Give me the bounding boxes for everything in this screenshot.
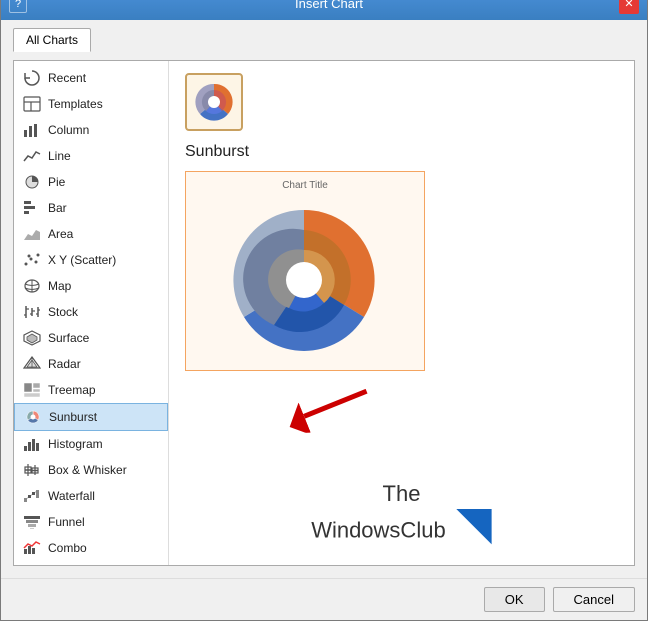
sidebar-item-radar[interactable]: Radar: [14, 351, 168, 377]
sidebar-label-map: Map: [48, 279, 71, 293]
sidebar-label-funnel: Funnel: [48, 515, 85, 529]
sidebar-label-waterfall: Waterfall: [48, 489, 95, 503]
windowsclub-logo: [456, 509, 492, 545]
treemap-icon: [22, 382, 42, 398]
tab-bar: All Charts: [13, 28, 635, 52]
sidebar-item-surface[interactable]: Surface: [14, 325, 168, 351]
titlebar: ? Insert Chart ✕: [1, 0, 647, 20]
selected-chart-name: Sunburst: [185, 143, 618, 161]
boxwhisker-icon: [22, 462, 42, 478]
sidebar-item-combo[interactable]: Combo: [14, 535, 168, 561]
sidebar-label-column: Column: [48, 123, 89, 137]
sidebar-item-bar[interactable]: Bar: [14, 195, 168, 221]
sidebar-item-scatter[interactable]: X Y (Scatter): [14, 247, 168, 273]
sunburst-preview-chart: [194, 195, 414, 365]
chart-preview-area: Chart Title: [185, 171, 425, 371]
sidebar-item-stock[interactable]: Stock: [14, 299, 168, 325]
sidebar-item-line[interactable]: Line: [14, 143, 168, 169]
chart-main-panel: Sunburst Chart Title: [169, 61, 634, 565]
sunburst-icon: [23, 409, 43, 425]
ok-button[interactable]: OK: [484, 587, 545, 612]
watermark-text: The WindowsClub: [311, 480, 492, 545]
histogram-icon: [22, 436, 42, 452]
close-button[interactable]: ✕: [619, 0, 639, 14]
sidebar-label-radar: Radar: [48, 357, 81, 371]
sidebar-label-line: Line: [48, 149, 71, 163]
chart-type-thumbnails: [185, 73, 618, 131]
sidebar-label-boxwhisker: Box & Whisker: [48, 463, 127, 477]
stock-icon: [22, 304, 42, 320]
sidebar-item-funnel[interactable]: Funnel: [14, 509, 168, 535]
insert-chart-dialog: ? Insert Chart ✕ All Charts Recent: [0, 0, 648, 621]
sidebar-item-histogram[interactable]: Histogram: [14, 431, 168, 457]
sidebar-item-map[interactable]: Map: [14, 273, 168, 299]
content-area: Recent Templates Column: [13, 60, 635, 566]
sidebar-item-column[interactable]: Column: [14, 117, 168, 143]
sidebar-label-scatter: X Y (Scatter): [48, 253, 116, 267]
sidebar-label-stock: Stock: [48, 305, 78, 319]
sidebar-item-waterfall[interactable]: Waterfall: [14, 483, 168, 509]
line-icon: [22, 148, 42, 164]
surface-icon: [22, 330, 42, 346]
sidebar-label-combo: Combo: [48, 541, 87, 555]
sidebar-label-sunburst: Sunburst: [49, 410, 97, 424]
bar-icon: [22, 200, 42, 216]
sidebar-label-bar: Bar: [48, 201, 67, 215]
cancel-button[interactable]: Cancel: [553, 587, 635, 612]
map-icon: [22, 278, 42, 294]
dialog-footer: OK Cancel: [1, 578, 647, 620]
radar-icon: [22, 356, 42, 372]
window-controls: ✕: [619, 0, 639, 14]
column-icon: [22, 122, 42, 138]
sidebar-label-recent: Recent: [48, 71, 86, 85]
sidebar-item-pie[interactable]: Pie: [14, 169, 168, 195]
sidebar-label-histogram: Histogram: [48, 437, 103, 451]
funnel-icon: [22, 514, 42, 530]
waterfall-icon: [22, 488, 42, 504]
chart-thumb-sunburst[interactable]: [185, 73, 243, 131]
sidebar-label-area: Area: [48, 227, 73, 241]
pie-icon: [22, 174, 42, 190]
help-button[interactable]: ?: [9, 0, 27, 13]
tab-all-charts[interactable]: All Charts: [13, 28, 91, 52]
preview-chart-title: Chart Title: [194, 180, 416, 191]
sidebar-label-pie: Pie: [48, 175, 65, 189]
sidebar-item-templates[interactable]: Templates: [14, 91, 168, 117]
templates-icon: [22, 96, 42, 112]
scatter-icon: [22, 252, 42, 268]
recent-icon: [22, 70, 42, 86]
sidebar-label-treemap: Treemap: [48, 383, 96, 397]
sidebar-item-treemap[interactable]: Treemap: [14, 377, 168, 403]
dialog-title: Insert Chart: [39, 0, 619, 11]
combo-icon: [22, 540, 42, 556]
sidebar-label-surface: Surface: [48, 331, 89, 345]
sidebar-label-templates: Templates: [48, 97, 103, 111]
arrow-indicator: [289, 361, 380, 454]
red-arrow-svg: [290, 361, 380, 451]
dialog-body: All Charts Recent Templates: [1, 20, 647, 578]
area-icon: [22, 226, 42, 242]
sidebar-item-recent[interactable]: Recent: [14, 65, 168, 91]
sidebar-item-area[interactable]: Area: [14, 221, 168, 247]
chart-type-sidebar: Recent Templates Column: [14, 61, 169, 565]
sidebar-item-boxwhisker[interactable]: Box & Whisker: [14, 457, 168, 483]
sidebar-item-sunburst[interactable]: Sunburst: [14, 403, 168, 431]
